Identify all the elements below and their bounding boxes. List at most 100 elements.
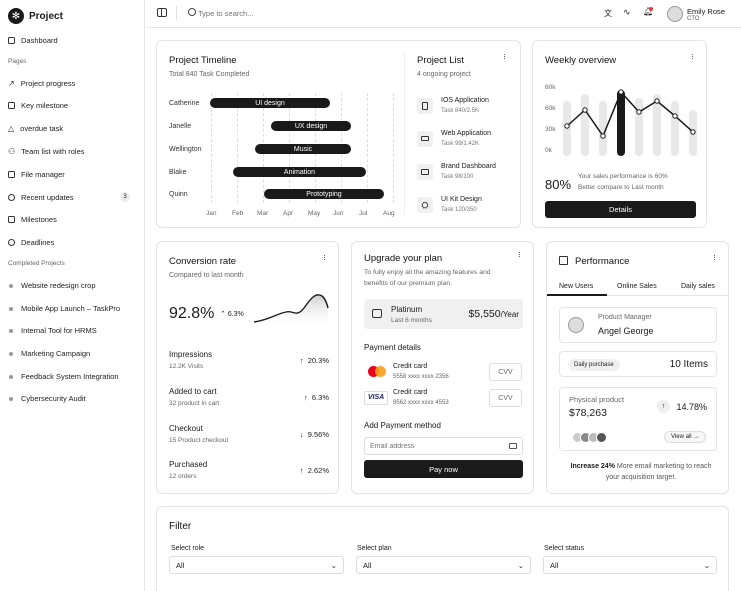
- wallet-icon: [372, 309, 382, 318]
- stat-value: ↓ 9.56%: [300, 430, 329, 439]
- card-label: Credit card: [393, 363, 428, 370]
- sidebar-item-label: Website redesign crop: [21, 281, 96, 290]
- sidebar-completed-item[interactable]: Mobile App Launch – TaskPro: [8, 304, 130, 313]
- pay-now-button[interactable]: Pay now: [364, 460, 523, 478]
- more-icon[interactable]: ···: [710, 254, 720, 260]
- sidebar-item-project-progress[interactable]: ↗ Project progress: [8, 79, 130, 88]
- payment-card-row[interactable]: VISA Credit card 8562 xxxx xxxx 4553 CVV: [364, 387, 524, 409]
- timeline-row-name: Quinn: [169, 191, 188, 198]
- status-select[interactable]: All ⌄: [543, 556, 717, 574]
- sidebar-item-label: Feedback System Integration: [21, 372, 119, 381]
- more-icon[interactable]: ···: [688, 53, 698, 59]
- sidebar-item-deadlines[interactable]: Deadlines: [8, 238, 130, 247]
- sidebar-completed-item[interactable]: Internal Tool for HRMS: [8, 326, 130, 335]
- tab-daily-sales[interactable]: Daily sales: [681, 283, 715, 290]
- role-select[interactable]: All ⌄: [169, 556, 344, 574]
- sidebar-item-label: Marketing Campaign: [21, 349, 91, 358]
- more-icon[interactable]: ···: [320, 254, 330, 260]
- conversion-delta: ⌃ 6.3%: [220, 311, 244, 318]
- sidebar-item-label: Team list with roles: [21, 147, 85, 156]
- manager-role: Product Manager: [598, 314, 652, 321]
- info-icon: [8, 239, 15, 246]
- sidebar-item-label: Project progress: [20, 79, 76, 88]
- chart-icon: [559, 256, 568, 265]
- delta-value: 6.3%: [227, 311, 244, 318]
- stat-row: Purchased 12 orders ↑ 2.62%: [169, 460, 329, 484]
- kit-icon: ⛭: [417, 197, 433, 213]
- project-item[interactable]: Brand Dashboard Task 98/100: [417, 162, 517, 184]
- sidebar-completed-item[interactable]: Feedback System Integration: [8, 372, 130, 381]
- sidebar-item-dashboard[interactable]: Dashboard: [8, 36, 130, 45]
- stat-sub: 12 orders: [169, 473, 197, 480]
- trend-icon: ↗: [8, 79, 15, 88]
- timeline-subtitle: Total 840 Task Completed: [169, 71, 250, 78]
- plan-box[interactable]: Platinum Last 6 months $5,550/Year: [364, 299, 523, 329]
- app-name: Project: [29, 10, 63, 22]
- search-input[interactable]: [198, 6, 358, 20]
- project-item[interactable]: Web Application Task 99/1.42K: [417, 129, 517, 151]
- sidebar-item-overdue-task[interactable]: △ overdue task: [8, 124, 130, 133]
- timeline-row-name: Blake: [169, 169, 187, 176]
- more-icon[interactable]: ···: [500, 53, 510, 59]
- arrow-up-icon: ↑: [299, 466, 304, 475]
- timeline-bar[interactable]: Music: [255, 144, 351, 154]
- sidebar-item-label: overdue task: [20, 124, 64, 133]
- timeline-bar[interactable]: UI design: [210, 98, 330, 108]
- plan-select[interactable]: All ⌄: [356, 556, 531, 574]
- details-button[interactable]: Details: [545, 201, 696, 218]
- sidebar-item-file-manager[interactable]: File manager: [8, 170, 130, 179]
- cvv-input[interactable]: CVV: [489, 363, 522, 381]
- email-field[interactable]: [364, 437, 523, 455]
- stat-value: ↑ 6.3%: [304, 393, 329, 402]
- top-bar: 文 ∿ 🔔︎ Emily Rose CTO: [146, 0, 741, 28]
- sidebar-item-key-milestone[interactable]: Key milestone: [8, 101, 130, 110]
- sidebar-completed-item[interactable]: Cybersecurity Audit: [8, 394, 130, 403]
- price-value: $5,550: [468, 308, 501, 320]
- dot-icon: [9, 351, 13, 356]
- timeline-bar[interactable]: Prototyping: [264, 189, 384, 199]
- view-all-button[interactable]: View all →: [664, 431, 707, 443]
- app-logo[interactable]: ✻ Project: [8, 8, 63, 24]
- stat-sub: 32 product in cart: [169, 400, 220, 407]
- user-name: Emily Rose: [687, 6, 725, 16]
- tab-online-sales[interactable]: Online Sales: [617, 283, 657, 290]
- activity-icon[interactable]: ∿: [623, 7, 631, 18]
- upgrade-plan-card: Upgrade your plan ··· To fully enjoy all…: [351, 241, 534, 494]
- timeline-title: Project Timeline: [169, 55, 237, 66]
- email-input[interactable]: [370, 440, 490, 452]
- sidebar-toggle-icon[interactable]: [157, 8, 167, 17]
- project-item[interactable]: ⛭ UI Kit Design Task 120/350: [417, 195, 517, 217]
- sidebar-item-label: Dashboard: [21, 36, 58, 45]
- timeline-bar[interactable]: UX design: [271, 121, 351, 131]
- more-icon[interactable]: ···: [515, 251, 525, 257]
- stat-value: ↑ 20.3%: [300, 356, 329, 365]
- user-profile[interactable]: Emily Rose CTO: [667, 4, 725, 24]
- cvv-input[interactable]: CVV: [489, 389, 522, 407]
- weekly-title: Weekly overview: [545, 55, 617, 66]
- stat-row: Impressions 12.2K Visits ↑ 20.3%: [169, 350, 329, 374]
- footer-bold: Increase 24%: [570, 463, 615, 470]
- timeline-row-name: Wellington: [169, 146, 202, 153]
- grid-icon: [8, 37, 15, 44]
- user-info: Emily Rose CTO: [687, 7, 725, 22]
- month-label: Aug: [383, 210, 395, 217]
- sidebar-item-team-list[interactable]: ⚇ Team list with roles: [8, 147, 130, 156]
- translate-icon[interactable]: 文: [604, 8, 612, 19]
- sidebar-completed-item[interactable]: Website redesign crop: [8, 281, 130, 290]
- manager-box[interactable]: Product Manager Angel George: [559, 307, 717, 343]
- sidebar-completed-item[interactable]: Marketing Campaign: [8, 349, 130, 358]
- month-label: Mar: [257, 210, 269, 217]
- sidebar-item-label: Deadlines: [21, 238, 55, 247]
- project-name: Brand Dashboard: [441, 163, 496, 170]
- physical-label: Physical product: [569, 395, 625, 404]
- timeline-bar[interactable]: Animation: [233, 167, 366, 177]
- physical-delta: 14.78%: [676, 402, 707, 412]
- payment-card-row[interactable]: Credit card 5558 xxxx xxxx 2356 CVV: [364, 361, 524, 383]
- tab-new-users[interactable]: New Users: [559, 283, 593, 290]
- sidebar-item-milestones[interactable]: Milestones: [8, 215, 130, 224]
- stat-label: Checkout: [169, 424, 203, 433]
- y-tick: 30k: [545, 126, 556, 133]
- project-item[interactable]: IOS Application Task 840/2.5K: [417, 96, 517, 118]
- conversion-sparkline: [254, 294, 329, 328]
- sidebar-item-recent-updates[interactable]: Recent updates 3: [8, 192, 130, 202]
